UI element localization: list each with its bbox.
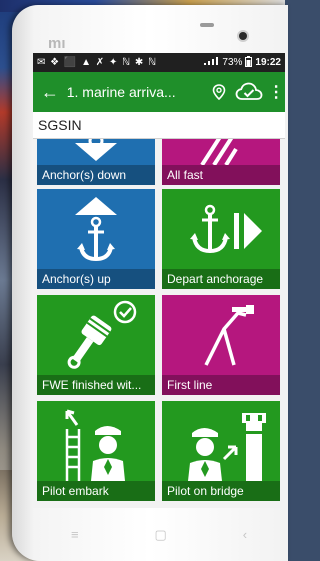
tile-label: Pilot on bridge [162,481,280,501]
tile-depart-anchorage[interactable]: Depart anchorage [162,189,280,289]
back-button[interactable]: ← [33,82,67,103]
tile-label: Anchor(s) down [37,165,155,185]
port-selector[interactable]: SGSIN [33,112,285,139]
depart-anchorage-icon [190,204,262,254]
app-title: 1. marine arriva... [66,84,176,100]
tile-pilot-on-bridge[interactable]: Pilot on bridge [162,401,280,501]
tile-pilot-embark[interactable]: Pilot embark [37,401,155,501]
battery-percent: 73% [222,57,243,68]
mi-logo: mı [48,35,66,52]
tile-label: First line [162,375,280,395]
signal-icon [203,56,219,69]
battery-icon [245,55,253,70]
recent-apps-button[interactable]: ≡ [71,527,79,542]
anchor-down-icon [75,139,117,161]
tile-label: Pilot embark [37,481,155,501]
speaker-grille [200,23,214,27]
first-line-bollard-icon [204,305,254,366]
tile-all-fast[interactable]: All fast [162,139,280,185]
tile-label: Anchor(s) up [37,269,155,289]
status-bar: ✉ ❖ ⬛ ▲ ✗ ✦ ℕ ✱ ℕ 73% 19:22 [33,53,285,72]
cloud-sync-icon[interactable] [231,82,267,102]
anchor-up-icon [75,197,117,262]
app-bar: ← 1. marine arriva... ⋮ [33,72,285,112]
location-pin-icon[interactable] [206,84,232,100]
engine-piston-icon [67,300,137,369]
tile-first-line[interactable]: First line [162,295,280,395]
tile-label: FWE finished wit... [37,375,155,395]
pilot-ladder-icon [65,409,125,481]
tile-fwe-finished[interactable]: FWE finished wit... [37,295,155,395]
notification-icons: ✉ ❖ ⬛ ▲ ✗ ✦ ℕ ✱ ℕ [37,57,158,68]
tile-label: Depart anchorage [162,269,280,289]
screen: ✉ ❖ ⬛ ▲ ✗ ✦ ℕ ✱ ℕ 73% 19:22 ← 1. marine … [33,53,285,508]
overflow-menu-button[interactable]: ⋮ [267,82,285,102]
tile-label: All fast [162,165,280,185]
pilot-on-bridge-icon [188,413,266,481]
port-code: SGSIN [38,117,82,133]
home-button[interactable]: ▢ [154,527,166,543]
tile-anchors-down[interactable]: Anchor(s) down [37,139,155,185]
event-tile-grid: Anchor(s) down All fast Anchor(s) up Dep… [33,139,285,508]
system-back-button[interactable]: ‹ [243,527,247,542]
mooring-lines-icon [200,139,238,165]
tile-anchors-up[interactable]: Anchor(s) up [37,189,155,289]
front-camera [239,32,247,40]
clock: 19:22 [255,57,281,68]
system-nav-bar: ≡ ▢ ‹ [33,508,285,561]
